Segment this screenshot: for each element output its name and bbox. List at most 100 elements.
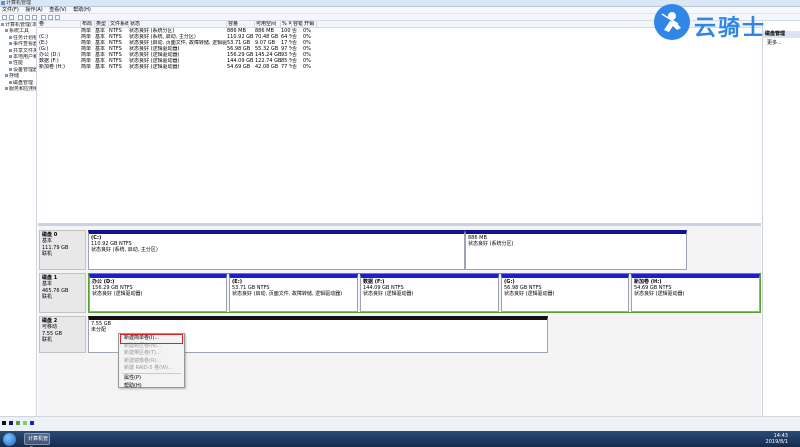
- volume-status: 状态良好 (逻辑驱动器): [504, 291, 555, 297]
- volume-row[interactable]: 新加卷 (H:) 简单 基本 NTFS 状态良好 (逻辑驱动器) 54.69 GB 42.0…: [38, 64, 761, 70]
- legend-primary: [9, 421, 14, 425]
- taskbar: 计算机管理 14:43 2019/8/1: [0, 431, 800, 447]
- app-icon: [1, 1, 5, 5]
- col-header-overhead[interactable]: 开销: [303, 21, 317, 28]
- tree-node-label: 性能: [13, 60, 24, 67]
- menu-help[interactable]: 帮助(H): [73, 7, 91, 14]
- tree-node-label: 服务和应用程序: [9, 86, 36, 93]
- col-header-fault-tolerance[interactable]: 容错: [292, 21, 303, 28]
- volume-list: 卷 布局 类型 文件系统 状态 容量 可用空间 % 可用 容错 开销 简单基本N…: [38, 21, 761, 226]
- context-menu: 新建简单卷(I)... 新建跨区卷(N)... 新建带区卷(T)... 新建镜像卷(R…: [118, 333, 185, 391]
- tree-node-label: 磁盘管理: [13, 79, 34, 86]
- volume-cell: 54.69 GB: [227, 64, 251, 70]
- col-header-percent-free[interactable]: % 可用: [281, 21, 292, 28]
- volume-block[interactable]: 新加卷 (H:) 54.69 GB NTFS 状态良好 (逻辑驱动器): [631, 274, 760, 312]
- back-icon[interactable]: [2, 15, 7, 20]
- disk-status: 联机: [42, 251, 53, 258]
- volume-cell: 0%: [303, 64, 311, 70]
- tree-node-label: 本地用户和组: [13, 54, 36, 61]
- col-header-capacity[interactable]: 容量: [227, 21, 255, 28]
- forward-icon[interactable]: [9, 15, 14, 20]
- watermark-logo: 云骑士: [652, 4, 772, 44]
- col-header-free-space[interactable]: 可用空间: [255, 21, 281, 28]
- navigation-tree: 计算机管理(本地)系统工具任务计划程序事件查看器共享文件夹本地用户和组性能设备管…: [0, 21, 37, 416]
- volume-cell: 否: [292, 64, 298, 70]
- tree-node[interactable]: 服务和应用程序: [0, 86, 36, 92]
- volume-cell: 77 %: [281, 64, 292, 70]
- volume-cell: 状态良好 (逻辑驱动器): [129, 64, 180, 70]
- tree-node-label: 计算机管理(本地): [5, 22, 36, 28]
- volume-cell: 新加卷 (H:): [39, 64, 65, 70]
- clock-date: 2019/8/1: [765, 439, 788, 445]
- logo-text: 云骑士: [694, 16, 767, 41]
- show-hide-tree-icon[interactable]: [25, 15, 30, 20]
- tree-node-label: 共享文件夹: [13, 47, 36, 54]
- start-button[interactable]: [3, 433, 16, 446]
- tree-node-icon: [9, 35, 12, 39]
- tree-node-icon: [5, 29, 8, 33]
- actions-pane: 磁盘管理 更多...: [762, 21, 800, 416]
- disk-label[interactable]: 磁盘 1 基本 465.76 GB 联机: [39, 273, 86, 313]
- menu-file[interactable]: 文件(F): [2, 7, 19, 14]
- volume-status: 状态良好 (系统分区): [468, 241, 514, 247]
- help-icon[interactable]: [32, 15, 37, 20]
- volume-status: 状态良好 (系统, 启动, 主分区): [91, 247, 158, 253]
- tree-node-icon: [9, 61, 12, 65]
- export-icon[interactable]: [55, 15, 60, 20]
- legend-unallocated: [2, 421, 7, 425]
- disk-status: 联机: [42, 294, 53, 301]
- tree-node-icon: [9, 55, 12, 59]
- taskbar-app-button[interactable]: 计算机管理: [24, 433, 50, 445]
- col-header-filesystem[interactable]: 文件系统: [109, 21, 129, 28]
- volume-cell: NTFS: [109, 64, 122, 70]
- system-clock[interactable]: 14:43 2019/8/1: [766, 433, 788, 445]
- volume-status: 状态良好 (逻辑驱动器): [363, 291, 414, 297]
- tree-node-icon: [5, 87, 8, 91]
- properties-icon[interactable]: [41, 15, 46, 20]
- tree-node-label: 系统工具: [9, 28, 30, 35]
- menu-action[interactable]: 操作(A): [25, 7, 42, 14]
- context-menu-item: 新建带区卷(T)...: [124, 350, 161, 357]
- legend-free: [23, 421, 28, 425]
- volume-block[interactable]: 数据 (F:) 144.09 GB NTFS 状态良好 (逻辑驱动器): [360, 274, 499, 312]
- legend-logical: [30, 421, 35, 425]
- col-header-status[interactable]: 状态: [129, 21, 227, 28]
- tree-node-label: 存储: [9, 73, 20, 80]
- tree-node-icon: [5, 74, 8, 78]
- disk-status: 联机: [42, 337, 53, 344]
- refresh-icon[interactable]: [48, 15, 53, 20]
- volume-block[interactable]: 办公 (D:) 156.29 GB NTFS 状态良好 (逻辑驱动器): [89, 274, 227, 312]
- disk-label[interactable]: 磁盘 0 基本 111.79 GB 联机: [39, 230, 86, 270]
- disk-label[interactable]: 磁盘 2 可移动 7.55 GB 联机: [39, 316, 86, 353]
- menu-view[interactable]: 查看(V): [49, 7, 66, 14]
- context-menu-item: 新建 RAID-5 卷(W)...: [124, 365, 173, 372]
- volume-status: 状态良好 (逻辑驱动器): [634, 291, 685, 297]
- tree-node-icon: [1, 23, 4, 26]
- volume-block[interactable]: 886 MB 状态良好 (系统分区): [465, 230, 687, 270]
- context-menu-item[interactable]: 属性(P): [119, 375, 184, 383]
- window-title: 计算机管理: [6, 0, 32, 6]
- volume-status: 状态良好 (启动, 页面文件, 故障转储, 逻辑驱动器): [232, 291, 343, 297]
- legend-extended: [16, 421, 21, 425]
- status-bar: [0, 416, 800, 431]
- tree-node-label: 任务计划程序: [13, 34, 36, 41]
- tree-node-icon: [9, 67, 12, 71]
- tree-node-label: 设备管理器: [13, 66, 36, 73]
- volume-cell: 基本: [95, 64, 106, 70]
- volume-cell: 简单: [81, 64, 92, 70]
- knight-logo-icon: [654, 4, 690, 40]
- up-icon[interactable]: [18, 15, 23, 20]
- col-header-type[interactable]: 类型: [95, 21, 109, 28]
- col-header-layout[interactable]: 布局: [81, 21, 95, 28]
- volume-cell: 42.08 GB: [255, 64, 279, 70]
- volume-block[interactable]: (G:) 56.98 GB NTFS 状态良好 (逻辑驱动器): [501, 274, 629, 312]
- tree-node-label: 事件查看器: [13, 41, 36, 48]
- context-menu-item[interactable]: 帮助(H): [119, 383, 184, 391]
- col-header-volume[interactable]: 卷: [38, 21, 81, 28]
- volume-status: 状态良好 (逻辑驱动器): [92, 291, 143, 297]
- tree-node-icon: [9, 48, 12, 52]
- tree-node-icon: [9, 80, 12, 84]
- volume-block[interactable]: (E:) 53.71 GB NTFS 状态良好 (启动, 页面文件, 故障转储, 逻…: [229, 274, 358, 312]
- volume-block[interactable]: (C:) 110.92 GB NTFS 状态良好 (系统, 启动, 主分区): [88, 230, 465, 270]
- context-menu-item[interactable]: 新建简单卷(I)...: [120, 334, 183, 344]
